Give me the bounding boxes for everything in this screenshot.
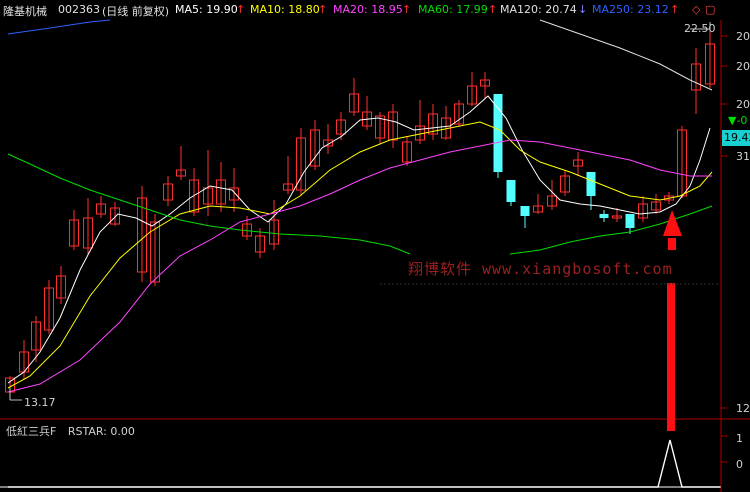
watermark: 翔博软件 www.xiangbosoft.com: [408, 260, 673, 278]
candle-down: [625, 214, 635, 228]
candle-down: [520, 206, 530, 216]
current-price-tag: 19.42: [722, 130, 750, 146]
axis-label-3: 20: [736, 98, 750, 111]
chart-window[interactable]: 隆基机械 002363 (日线 前复权) MA5: 19.90 ↑ MA10: …: [0, 0, 750, 492]
candles: [5, 30, 715, 398]
rstar-indicator: [8, 439, 720, 488]
ma10-line: [7, 121, 713, 389]
ma250-line: [7, 19, 111, 35]
indicator-header: 低紅三兵F RSTAR: 0.00: [6, 423, 143, 439]
axis-label-2: 20: [736, 60, 750, 73]
sub-axis-label-0: 0: [736, 458, 743, 471]
signal-arrow-shaft: [668, 238, 676, 250]
candle-down: [493, 94, 503, 172]
axis-change-label: ▼-0: [728, 114, 748, 127]
low-price-label: 13.17: [24, 396, 56, 409]
high-price-label: 22.50: [684, 22, 716, 35]
signal-bar: [667, 283, 675, 431]
axis-label-4: 31: [736, 150, 750, 163]
axis-ticks: [721, 35, 727, 463]
axis-label-5: 12: [736, 402, 750, 415]
indicator-name: 低紅三兵F: [6, 425, 57, 438]
candle-down: [599, 214, 609, 218]
axis-label-1: 20: [736, 30, 750, 43]
kline-chart[interactable]: [0, 0, 750, 492]
ma-lines: [7, 19, 713, 393]
indicator-value: RSTAR: 0.00: [67, 425, 135, 438]
ma60-line-b: [509, 205, 713, 255]
rstar-line: [8, 439, 720, 488]
signal-arrow-icon: [663, 210, 682, 236]
candle-down: [506, 180, 516, 202]
sub-axis-label-1: 1: [736, 432, 743, 445]
candle-down: [586, 172, 596, 196]
annotations: [9, 22, 720, 431]
